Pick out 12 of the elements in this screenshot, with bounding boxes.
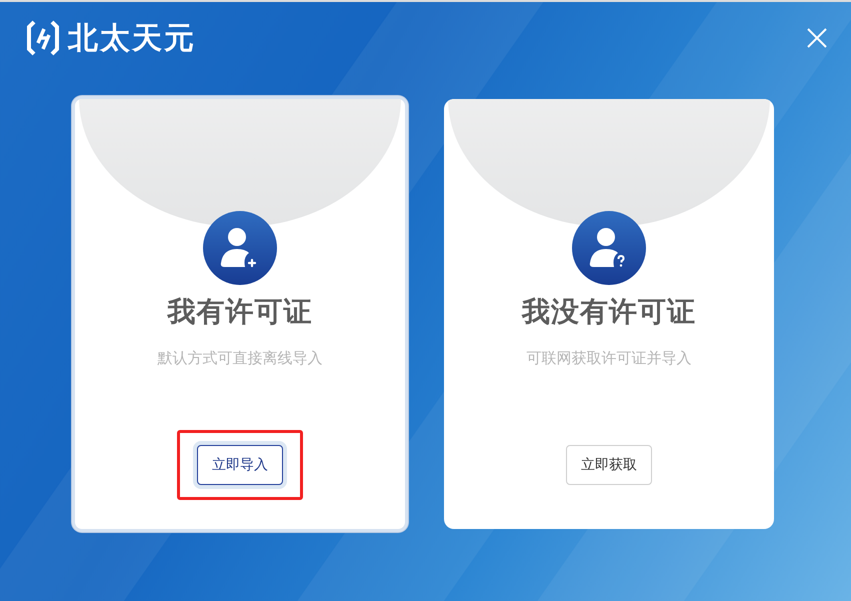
- option-card[interactable]: 我没有许可证 可联网获取许可证并导入 立即获取: [444, 99, 774, 529]
- brand-name: 北太天元: [68, 20, 196, 58]
- option-title: 我有许可证: [168, 294, 312, 330]
- option-card[interactable]: 我有许可证 默认方式可直接离线导入 立即导入: [72, 96, 408, 532]
- option-description: 可联网获取许可证并导入: [526, 349, 692, 368]
- logo-icon: [26, 19, 60, 57]
- action-button[interactable]: 立即获取: [566, 445, 652, 485]
- user-avatar-icon: [203, 211, 277, 285]
- option-title: 我没有许可证: [522, 294, 696, 330]
- user-avatar-icon: [572, 211, 646, 285]
- option-description: 默认方式可直接离线导入: [158, 349, 322, 368]
- close-icon[interactable]: [805, 26, 829, 50]
